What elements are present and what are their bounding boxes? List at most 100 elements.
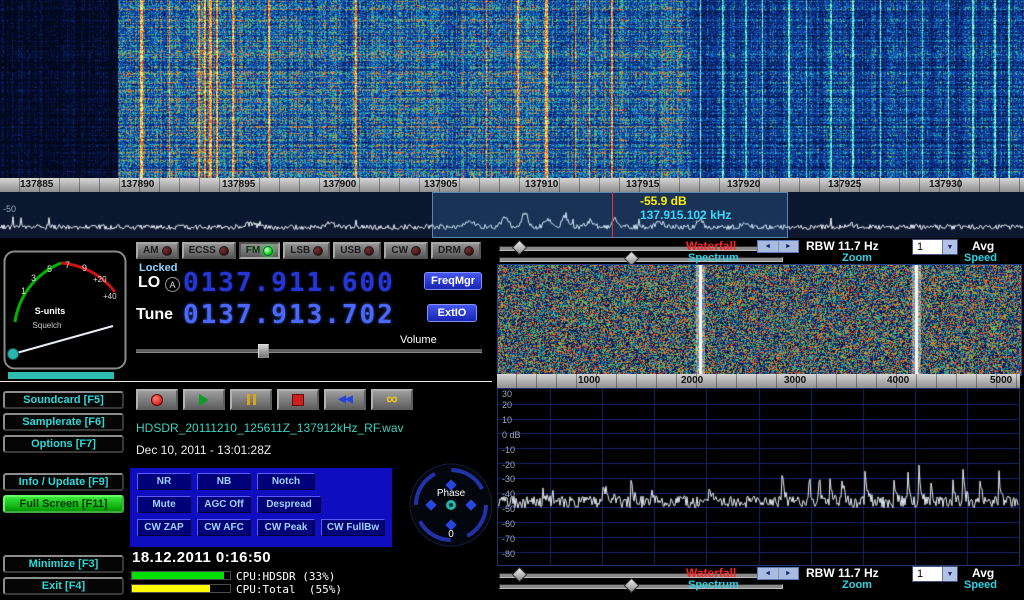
scroll-left-icon[interactable]: ◄ (758, 568, 779, 579)
waterfall-brightness-track-bottom[interactable] (499, 573, 783, 578)
mode-led-active (263, 246, 273, 256)
speed-value-top[interactable]: 1 (913, 240, 942, 254)
spectrum-mode-label-top[interactable]: Spectrum (688, 252, 739, 264)
minimize-button[interactable]: Minimize [F3] (3, 555, 124, 573)
main-frequency-scale[interactable]: 137885 137890 137895 137900 137905 13791… (0, 178, 1024, 192)
options-button[interactable]: Options [F7] (3, 435, 124, 453)
extio-button[interactable]: ExtIO (427, 304, 477, 322)
mode-led (313, 246, 323, 256)
cpu-hdsdr-bar-fill (132, 572, 224, 579)
cw-peak-button[interactable]: CW Peak (257, 519, 315, 536)
hdsdr-window: 137885 137890 137895 137900 137905 13791… (0, 0, 1024, 600)
freq-tick-label: 137915 (626, 179, 659, 190)
cw-fullbw-button[interactable]: CW FullBw (321, 519, 385, 536)
despread-button[interactable]: Despread (257, 496, 321, 513)
smeter-tick: 9 (82, 263, 87, 273)
overview-db-axis-label: -50 (3, 204, 16, 214)
dropdown-arrow-icon[interactable]: ▼ (942, 567, 957, 581)
waterfall-mode-label-top[interactable]: Waterfall (686, 239, 736, 253)
waterfall-brightness-track-top[interactable] (499, 246, 783, 251)
smeter-tick: 5 (47, 264, 52, 274)
volume-slider-track[interactable] (136, 349, 482, 353)
mode-label: DRM (438, 245, 461, 256)
speed-dropdown-top[interactable]: 1 ▼ (912, 239, 958, 255)
mode-am-button[interactable]: AM (136, 242, 179, 259)
cursor-frequency-readout: 137.915.102 kHz (640, 208, 731, 222)
mode-drm-button[interactable]: DRM (431, 242, 481, 259)
waterfall-mode-label-bottom[interactable]: Waterfall (686, 566, 736, 580)
stop-icon (292, 394, 304, 406)
mode-label: ECSS (189, 245, 216, 256)
scroll-right-icon[interactable]: ► (779, 568, 799, 579)
audio-tick-label: 3000 (784, 375, 806, 386)
volume-slider-handle[interactable] (258, 344, 269, 358)
lo-lock-badge[interactable]: A (165, 277, 180, 292)
samplerate-button[interactable]: Samplerate [F6] (3, 413, 124, 431)
s-meter: 1 3 5 7 9 +20 +40 S-units Squelch (3, 250, 127, 370)
stop-button[interactable] (277, 389, 319, 410)
mode-fm-button[interactable]: FM (239, 242, 280, 259)
record-button[interactable] (136, 389, 178, 410)
pause-button[interactable] (230, 389, 272, 410)
audio-frequency-scale[interactable]: 1000 2000 3000 4000 5000 (497, 374, 1020, 388)
db-label: -80 (502, 549, 515, 559)
smeter-tick: 1 (21, 286, 26, 296)
mode-cw-button[interactable]: CW (384, 242, 428, 259)
tune-frequency-value[interactable]: 0137.913.702 (183, 300, 395, 330)
waterfall-contrast-track-top[interactable] (499, 257, 783, 262)
info-update-button[interactable]: Info / Update [F9] (3, 473, 124, 491)
waterfall-brightness-handle-top[interactable] (512, 240, 528, 256)
soundcard-button[interactable]: Soundcard [F5] (3, 391, 124, 409)
mode-lsb-button[interactable]: LSB (283, 242, 330, 259)
record-icon (151, 394, 163, 406)
mode-label: LSB (290, 245, 310, 256)
audio-tick-label: 2000 (681, 375, 703, 386)
nr-button[interactable]: NR (137, 473, 191, 490)
main-waterfall[interactable] (0, 0, 1024, 178)
zoom-scroll-control-bottom[interactable]: ◄ ► (757, 567, 799, 580)
cpu-hdsdr-text: CPU:HDSDR (33%) (236, 570, 335, 583)
notch-button[interactable]: Notch (257, 473, 315, 490)
cursor-readout: -55.9 dB 137.915.102 kHz (640, 194, 731, 222)
cw-zap-button[interactable]: CW ZAP (137, 519, 191, 536)
cw-afc-button[interactable]: CW AFC (197, 519, 251, 536)
fullscreen-button[interactable]: Full Screen [F11] (3, 495, 124, 513)
lo-frequency-value[interactable]: 0137.911.600 (183, 268, 395, 298)
zoom-band[interactable] (432, 192, 788, 238)
speed-dropdown-bottom[interactable]: 1 ▼ (912, 566, 958, 582)
freq-tick-label: 137905 (424, 179, 457, 190)
zoom-scroll-control-top[interactable]: ◄ ► (757, 240, 799, 253)
mode-label: FM (246, 245, 260, 256)
freq-tick-label: 137910 (525, 179, 558, 190)
recording-filename: HDSDR_20111210_125611Z_137912kHz_RF.wav (136, 421, 404, 435)
waterfall-contrast-handle-bottom[interactable] (624, 578, 640, 594)
loop-icon: ∞ (386, 395, 397, 405)
mute-button[interactable]: Mute (137, 496, 191, 513)
audio-waterfall[interactable] (497, 264, 1022, 376)
overview-spectrum[interactable]: -50 -55.9 dB 137.915.102 kHz (0, 192, 1024, 239)
speed-value-bottom[interactable]: 1 (913, 567, 942, 581)
nb-button[interactable]: NB (197, 473, 251, 490)
spectrum-mode-label-bottom[interactable]: Spectrum (688, 579, 739, 591)
rewind-button[interactable]: ◀◀ (324, 389, 366, 410)
audio-spectrum[interactable]: 30 20 10 0 dB -10 -20 -30 -40 -50 -60 -7… (497, 388, 1020, 566)
waterfall-contrast-track-bottom[interactable] (499, 584, 783, 589)
play-button[interactable] (183, 389, 225, 410)
db-label: -30 (502, 474, 515, 484)
avg-label-top: Avg (972, 239, 994, 253)
db-label: -50 (502, 504, 515, 514)
audio-tick-label: 1000 (578, 375, 600, 386)
freqmgr-button[interactable]: FreqMgr (424, 272, 482, 290)
scroll-left-icon[interactable]: ◄ (758, 241, 779, 252)
lo-label: LO (138, 274, 160, 292)
agc-button[interactable]: AGC Off (197, 496, 251, 513)
loop-button[interactable]: ∞ (371, 389, 413, 410)
phase-label: Phase (437, 488, 466, 499)
scroll-right-icon[interactable]: ► (779, 241, 799, 252)
mode-usb-button[interactable]: USB (333, 242, 381, 259)
exit-button[interactable]: Exit [F4] (3, 577, 124, 595)
dropdown-arrow-icon[interactable]: ▼ (942, 240, 957, 254)
waterfall-brightness-handle-bottom[interactable] (512, 567, 528, 583)
smeter-tick: +40 (103, 292, 117, 301)
mode-ecss-button[interactable]: ECSS (182, 242, 236, 259)
